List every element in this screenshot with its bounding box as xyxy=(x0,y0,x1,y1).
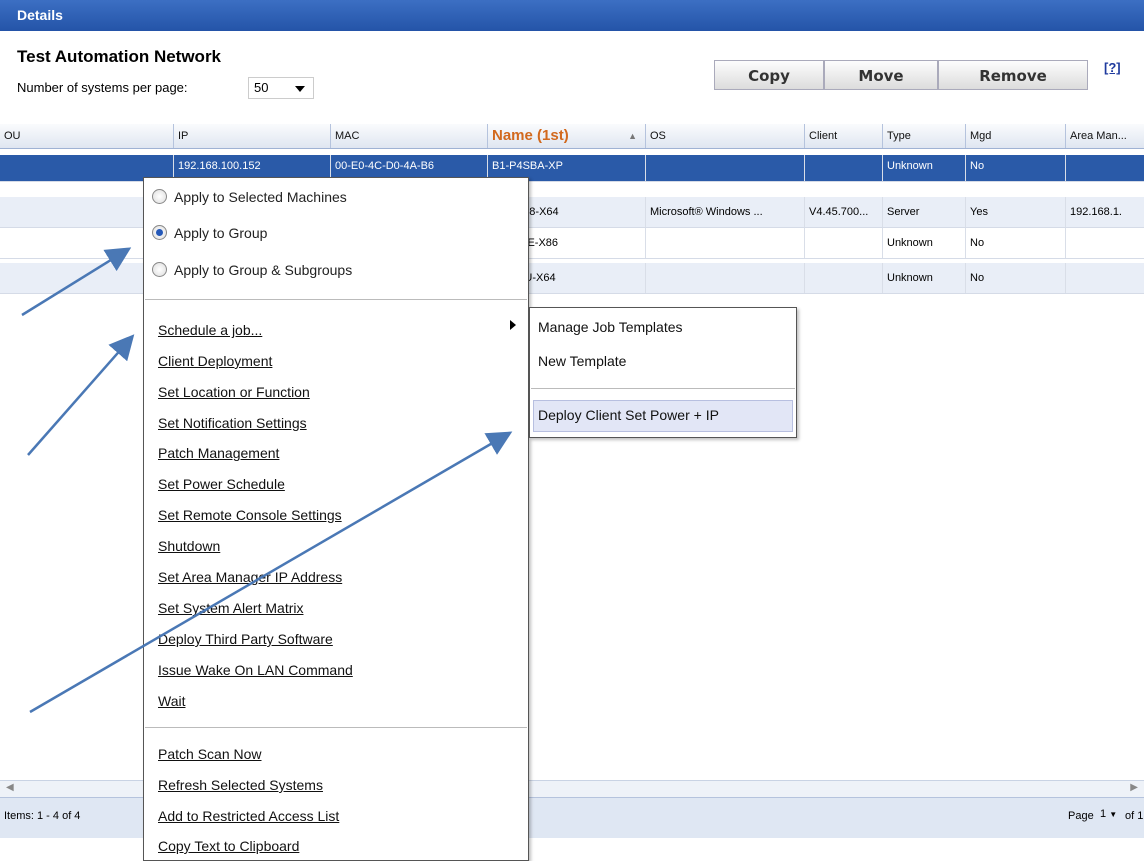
arrow-to-apply-group xyxy=(21,247,132,317)
arrow-to-schedule-job xyxy=(27,334,135,456)
annotation-arrows xyxy=(21,247,513,714)
arrow-to-deploy-template xyxy=(29,431,513,714)
